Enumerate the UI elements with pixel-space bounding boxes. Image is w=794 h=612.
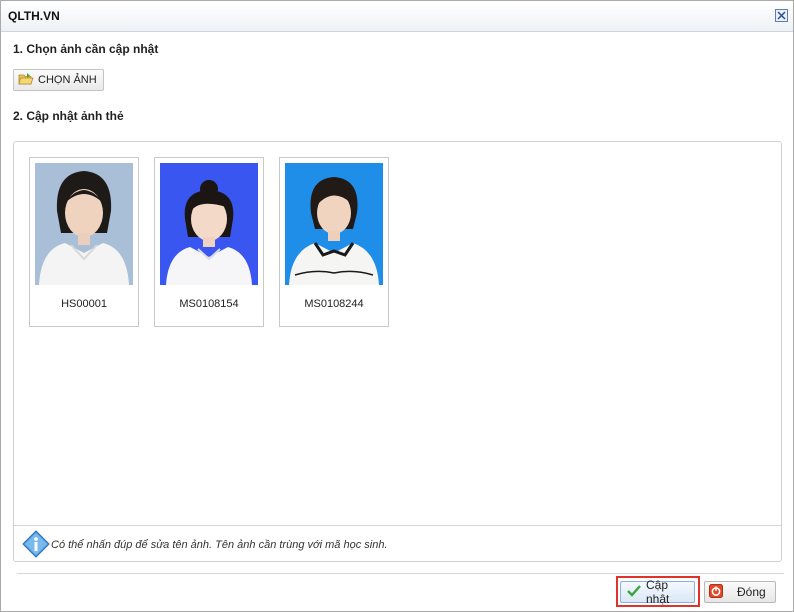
info-text: Có thể nhấn đúp để sửa tên ảnh. Tên ảnh … xyxy=(51,539,388,551)
student-photo xyxy=(35,163,133,285)
title-bar: QLTH.VN xyxy=(1,1,793,32)
section-choose-title: 1. Chọn ảnh cần cập nhật xyxy=(13,42,159,56)
photo-code: MS0108154 xyxy=(179,298,239,310)
photo-card[interactable]: HS00001 xyxy=(29,157,139,327)
choose-photo-button[interactable]: CHỌN ẢNH xyxy=(13,69,104,91)
photo-code: HS00001 xyxy=(61,298,107,310)
student-photo xyxy=(160,163,258,285)
info-icon xyxy=(22,530,50,561)
window-title: QLTH.VN xyxy=(8,9,60,23)
photo-code: MS0108244 xyxy=(304,298,364,310)
checkmark-icon xyxy=(627,584,641,600)
power-icon xyxy=(709,583,723,601)
info-bar: Có thể nhấn đúp để sửa tên ảnh. Tên ảnh … xyxy=(14,525,781,562)
student-photo xyxy=(285,163,383,285)
update-photo-dialog: QLTH.VN 1. Chọn ảnh cần cập nhật CHỌN ẢN… xyxy=(0,0,794,612)
close-icon[interactable] xyxy=(775,9,788,22)
close-button-label: Đóng xyxy=(737,585,766,599)
choose-photo-label: CHỌN ẢNH xyxy=(38,74,97,86)
section-update-title: 2. Cập nhật ảnh thẻ xyxy=(13,109,124,123)
update-button[interactable]: Cập nhật xyxy=(620,578,695,606)
photo-card[interactable]: MS0108244 xyxy=(279,157,389,327)
photo-card[interactable]: MS0108154 xyxy=(154,157,264,327)
footer-divider xyxy=(17,573,784,574)
close-button[interactable]: Đóng xyxy=(704,581,776,603)
update-button-label: Cập nhật xyxy=(646,578,670,606)
photo-panel: HS00001 MS0108154 MS0108244 Có thể nhấn … xyxy=(13,141,782,562)
folder-open-icon xyxy=(18,72,34,89)
